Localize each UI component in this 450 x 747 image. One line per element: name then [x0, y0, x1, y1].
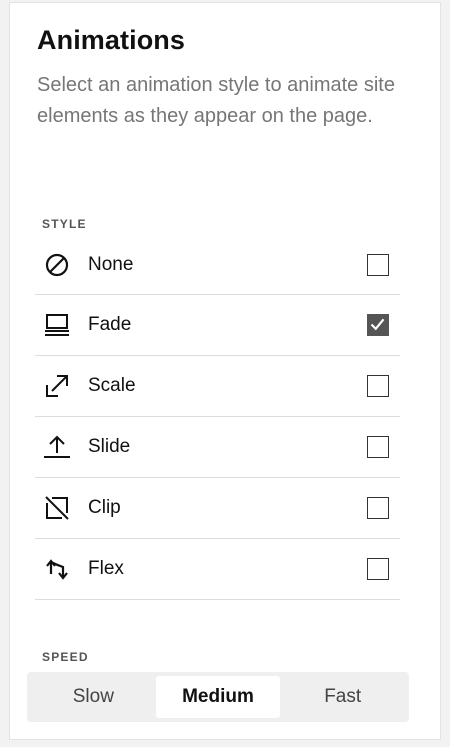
- fade-icon: [43, 311, 71, 339]
- style-clip-checkbox[interactable]: [367, 497, 389, 519]
- style-option-label: Slide: [88, 436, 131, 457]
- style-option-list: None Fade Scale Slide Clip Flex: [35, 235, 400, 600]
- style-fade-checkbox[interactable]: [367, 314, 389, 336]
- none-icon: [43, 251, 71, 279]
- style-option-clip[interactable]: Clip: [35, 478, 400, 539]
- panel-title: Animations: [37, 25, 186, 55]
- speed-segmented-control: Slow Medium Fast: [27, 672, 409, 722]
- style-none-checkbox[interactable]: [367, 253, 389, 276]
- style-option-slide[interactable]: Slide: [35, 417, 400, 478]
- style-option-none[interactable]: None: [35, 235, 400, 295]
- style-option-label: None: [88, 253, 134, 275]
- style-section-label: STYLE: [42, 217, 87, 231]
- style-slide-checkbox[interactable]: [367, 436, 389, 458]
- style-option-label: Flex: [88, 558, 124, 579]
- style-option-flex[interactable]: Flex: [35, 539, 400, 600]
- speed-section-label: SPEED: [42, 650, 89, 664]
- speed-option-medium[interactable]: Medium: [155, 676, 281, 718]
- scale-icon: [43, 372, 71, 400]
- style-option-label: Clip: [88, 497, 121, 518]
- panel-description: Select an animation style to animate sit…: [37, 74, 395, 127]
- style-flex-checkbox[interactable]: [367, 558, 389, 580]
- clip-icon: [43, 494, 71, 522]
- style-option-label: Fade: [88, 314, 132, 335]
- flex-icon: [43, 555, 71, 583]
- style-option-label: Scale: [88, 375, 136, 396]
- slide-icon: [43, 433, 71, 461]
- style-scale-checkbox[interactable]: [367, 375, 389, 397]
- style-option-fade[interactable]: Fade: [35, 295, 400, 356]
- style-option-scale[interactable]: Scale: [35, 356, 400, 417]
- speed-option-slow[interactable]: Slow: [31, 676, 156, 718]
- speed-option-fast[interactable]: Fast: [280, 676, 405, 718]
